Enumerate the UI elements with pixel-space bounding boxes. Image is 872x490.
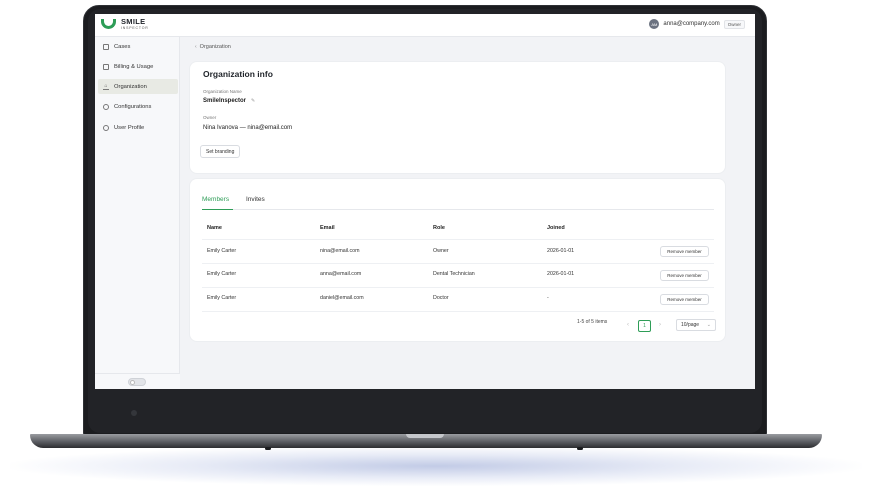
header-divider [202,239,714,240]
remove-member-button[interactable]: Remove member [660,294,709,305]
sidebar-item-organization[interactable]: ⌂ Organization [98,79,178,94]
members-tabs: Members Invites [202,193,714,210]
billing-icon [103,63,109,70]
laptop-foot [577,447,583,450]
row-divider [202,287,714,288]
next-page-button[interactable]: › [659,322,661,328]
smile-logo-icon [101,19,116,29]
laptop-foot [265,447,271,450]
organization-name-label: Organization Name [203,89,242,94]
remove-member-button[interactable]: Remove member [660,270,709,281]
sidebar-item-cases[interactable]: Cases [98,39,178,54]
sidebar-item-label: User Profile [114,124,145,131]
cell-role: Dental Technician [433,271,475,277]
set-branding-button[interactable]: Set branding [200,145,241,158]
sidebar-item-label: Billing & Usage [114,63,154,70]
organization-name-value: SmileInspector ✎ [203,98,255,104]
breadcrumb-label: Organization [199,44,231,50]
owner-value: Nina Ivanova — nina@email.com [203,125,293,131]
user-icon [103,124,109,131]
edit-icon[interactable]: ✎ [251,98,255,104]
sidebar-item-label: Organization [114,83,147,90]
laptop-notch [406,434,444,438]
organization-icon: ⌂ [103,83,109,90]
remove-member-button[interactable]: Remove member [660,246,709,257]
sidebar-item-billing[interactable]: Billing & Usage [98,59,178,74]
user-email: anna@company.com [663,21,720,27]
user-menu[interactable]: AM anna@company.com Owner [649,19,745,29]
organization-name-text: SmileInspector [203,98,247,104]
tab-members[interactable]: Members [202,196,229,203]
page-1-button[interactable]: 1 [638,320,651,332]
top-bar: SMILE INSPECTOR AM anna@company.com Owne… [95,14,755,37]
column-header-role: Role [433,225,445,231]
tab-invites[interactable]: Invites [246,196,265,203]
sidebar-item-label: Configurations [114,103,152,110]
logo-title: SMILE [121,17,146,26]
camera-icon [131,410,137,416]
row-divider [202,311,714,312]
role-badge: Owner [723,19,745,29]
gear-icon [103,103,109,110]
organization-info-card: Organization info Organization Name Smil… [190,62,725,173]
page-size-value: 10/page [681,322,700,328]
chevron-down-icon: ⌄ [706,322,711,328]
pagination-summary: 1-5 of 5 items [577,319,608,325]
folder-icon [103,43,109,50]
sidebar-footer [95,373,180,389]
theme-toggle[interactable] [128,378,146,386]
logo-subtitle: INSPECTOR [121,25,149,30]
breadcrumb[interactable]: ‹ Organization [195,44,231,50]
laptop-shadow [10,446,862,486]
sidebar-item-configurations[interactable]: Configurations [98,99,178,114]
cell-joined: 2026-01-01 [547,248,575,254]
column-header-email: Email [320,225,335,231]
cell-name: Emily Carter [207,295,237,301]
card-title: Organization info [203,69,273,79]
cell-role: Doctor [433,295,449,301]
app-screen: SMILE INSPECTOR AM anna@company.com Owne… [95,14,755,389]
avatar: AM [649,19,660,29]
sidebar-item-user-profile[interactable]: User Profile [98,120,178,135]
cell-email: nina@email.com [320,248,360,254]
cell-role: Owner [433,248,449,254]
cell-joined: 2026-01-01 [547,271,575,277]
members-card: Members Invites Name Email Role Joined E… [190,179,725,341]
sidebar-item-label: Cases [114,43,131,50]
back-arrow-icon: ‹ [195,44,197,50]
cell-joined: - [547,295,549,301]
toggle-knob [130,380,135,385]
logo[interactable]: SMILE INSPECTOR [101,18,149,30]
page-size-select[interactable]: 10/page ⌄ [676,319,716,331]
cell-email: daniel@email.com [320,295,364,301]
prev-page-button[interactable]: ‹ [627,322,629,328]
column-header-joined: Joined [547,225,565,231]
active-tab-indicator [202,208,233,210]
cell-email: anna@email.com [320,271,362,277]
column-header-name: Name [207,225,222,231]
cell-name: Emily Carter [207,248,237,254]
cell-name: Emily Carter [207,271,237,277]
owner-label: Owner [203,115,217,120]
row-divider [202,263,714,264]
sidebar: Cases Billing & Usage ⌂ Organization Con… [95,37,180,389]
